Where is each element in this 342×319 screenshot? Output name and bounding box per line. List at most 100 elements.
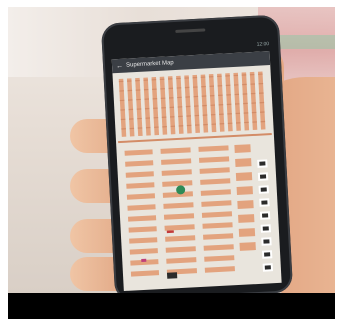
- map-shelf: [260, 120, 266, 123]
- map-shelf: [176, 87, 182, 89]
- map-shelf: [241, 74, 247, 76]
- map-shelf: [169, 106, 175, 109]
- map-shelf: [144, 107, 150, 110]
- map-shelf: [160, 88, 165, 90]
- map-shelf: [177, 106, 183, 108]
- map-shelf: [144, 98, 149, 100]
- checkout-icon: [263, 239, 270, 244]
- map-shelf: [201, 95, 207, 97]
- highlighted-product[interactable]: [141, 258, 147, 263]
- map-shelf: [184, 86, 190, 89]
- store-map[interactable]: [114, 67, 280, 289]
- map-aisle: [234, 144, 251, 154]
- map-shelf: [137, 127, 143, 129]
- map-shelf: [259, 101, 265, 104]
- checkout-icon: [262, 226, 269, 231]
- map-shelf: [151, 79, 157, 81]
- checkout-icon: [264, 252, 271, 257]
- map-shelf: [178, 125, 184, 127]
- map-shelf: [234, 103, 240, 105]
- map-aisle: [236, 186, 253, 195]
- map-shelf: [217, 85, 223, 87]
- map-shelf: [119, 99, 125, 102]
- checkout-icon: [259, 161, 266, 166]
- map-shelf: [259, 92, 264, 94]
- map-shelf: [135, 79, 140, 82]
- map-shelf: [162, 126, 167, 128]
- map-shelf: [235, 112, 241, 115]
- map-shelf: [200, 76, 206, 78]
- map-shelf: [243, 102, 248, 105]
- map-shelf: [119, 90, 124, 92]
- map-shelf: [249, 73, 255, 76]
- map-shelf: [251, 111, 257, 114]
- map-shelf: [244, 121, 249, 124]
- map-shelf: [168, 87, 174, 90]
- map-shelf: [186, 115, 191, 117]
- register-icon: [166, 272, 178, 279]
- map-shelf: [176, 77, 181, 80]
- map-shelf: [194, 105, 199, 107]
- phone-screen: ← Supermarket Map: [111, 51, 282, 292]
- map-shelf: [201, 85, 206, 88]
- map-shelf: [217, 75, 222, 78]
- map-shelf: [136, 98, 141, 101]
- checkout-icon: [262, 213, 269, 218]
- smartphone: 12:00 ← Supermarket Map: [100, 14, 294, 293]
- map-shelf: [219, 113, 224, 115]
- map-aisle: [235, 172, 253, 181]
- map-shelf: [167, 78, 173, 80]
- map-shelf: [209, 85, 214, 87]
- map-shelf: [252, 121, 257, 123]
- map-shelf: [242, 83, 247, 86]
- map-shelf: [178, 115, 183, 118]
- map-shelf: [227, 113, 232, 115]
- arrow-left-icon[interactable]: ←: [116, 62, 123, 69]
- map-shelf: [152, 88, 157, 90]
- map-shelf: [129, 118, 134, 120]
- map-shelf: [209, 95, 215, 97]
- map-shelf: [210, 104, 215, 106]
- map-shelf: [127, 89, 133, 92]
- map-shelf: [203, 123, 208, 126]
- map-shelf: [153, 107, 158, 109]
- map-shelf: [129, 127, 135, 130]
- app-title: Supermarket Map: [125, 60, 174, 69]
- map-shelf: [185, 96, 190, 98]
- map-shelf: [127, 80, 132, 82]
- map-shelf: [242, 93, 248, 95]
- checkout-icon: [260, 187, 267, 192]
- map-shelf: [260, 111, 265, 113]
- map-shelf: [250, 92, 256, 95]
- highlighted-product[interactable]: [166, 230, 174, 234]
- map-shelf: [143, 79, 148, 81]
- map-shelf: [185, 105, 191, 108]
- map-shelf: [195, 124, 200, 126]
- map-shelf: [128, 99, 133, 101]
- map-shelf: [227, 122, 233, 125]
- map-shelf: [218, 94, 223, 97]
- map-aisle: [238, 214, 255, 223]
- map-shelf: [120, 118, 126, 121]
- map-aisle: [235, 158, 252, 167]
- letterbox-bar: [8, 293, 338, 319]
- map-shelf: [170, 125, 176, 128]
- map-shelf: [250, 83, 255, 85]
- map-shelf: [169, 116, 175, 118]
- map-shelf: [161, 116, 167, 118]
- map-aisle: [237, 200, 254, 209]
- map-shelf: [225, 84, 231, 87]
- checkout-icon: [264, 265, 271, 270]
- map-shelf: [234, 84, 239, 86]
- map-shelf: [152, 98, 158, 100]
- map-shelf: [226, 94, 231, 96]
- map-shelf: [145, 117, 150, 119]
- map-shelf: [192, 76, 198, 79]
- map-shelf: [168, 97, 174, 99]
- map-shelf: [161, 107, 166, 109]
- map-shelf: [193, 95, 199, 98]
- phone-earpiece: [175, 28, 206, 33]
- map-shelf: [118, 80, 124, 83]
- map-shelf: [160, 97, 166, 100]
- map-shelf: [233, 74, 239, 77]
